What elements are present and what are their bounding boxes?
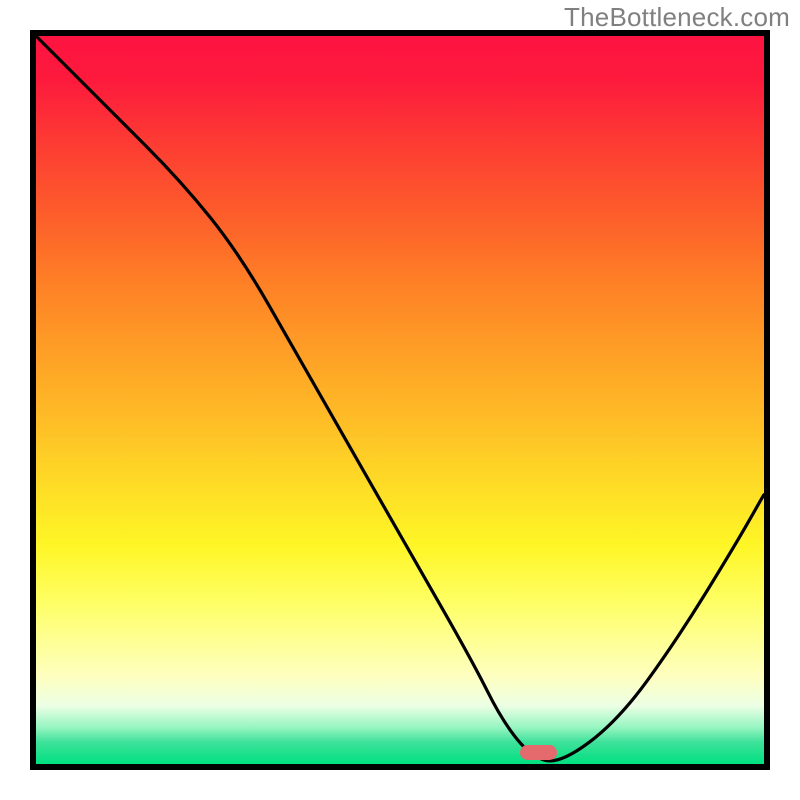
watermark-text: TheBottleneck.com bbox=[564, 2, 790, 33]
optimum-marker bbox=[520, 745, 556, 760]
chart-frame bbox=[30, 30, 770, 770]
chart-canvas: TheBottleneck.com bbox=[0, 0, 800, 800]
heat-gradient-background bbox=[36, 36, 764, 764]
